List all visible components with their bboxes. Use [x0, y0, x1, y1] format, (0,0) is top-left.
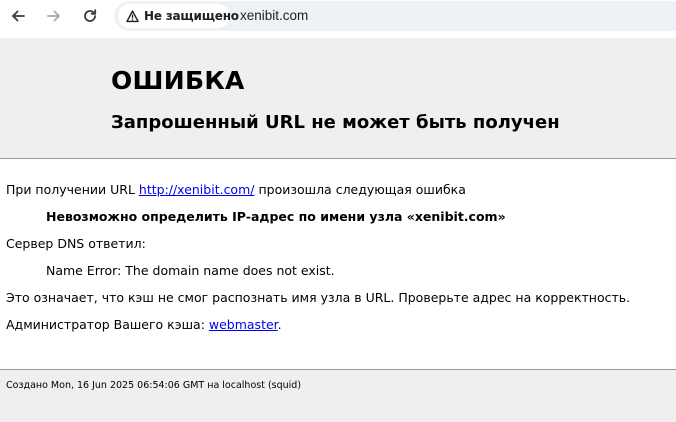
admin-line: Администратор Вашего кэша: webmaster. — [6, 317, 282, 332]
admin-line-prefix: Администратор Вашего кэша: — [6, 317, 209, 332]
explanation-text: Это означает, что кэш не смог распознать… — [6, 290, 631, 305]
browser-toolbar: Не защищено xenibit.com — [0, 0, 676, 32]
page-title: ОШИБКА — [111, 66, 245, 95]
dns-response: Name Error: The domain name does not exi… — [46, 263, 335, 278]
reload-icon — [84, 9, 97, 22]
reload-button[interactable] — [78, 4, 102, 28]
webmaster-link[interactable]: webmaster — [209, 317, 278, 332]
admin-line-suffix: . — [277, 317, 282, 332]
error-message: Невозможно определить IP-адрес по имени … — [46, 209, 506, 224]
requested-url-link[interactable]: http://xenibit.com/ — [139, 182, 255, 197]
page-header: ОШИБКА Запрошенный URL не может быть пол… — [0, 38, 676, 159]
arrow-right-icon — [47, 10, 60, 22]
error-page: ОШИБКА Запрошенный URL не может быть пол… — [0, 38, 676, 422]
security-label: Не защищено — [144, 9, 239, 23]
warning-icon — [126, 9, 139, 22]
footer-generated-text: Создано Mon, 16 Jun 2025 06:54:06 GMT на… — [6, 380, 302, 391]
request-line: При получении URL http://xenibit.com/ пр… — [6, 182, 466, 197]
request-line-suffix: произошла следующая ошибка — [254, 182, 466, 197]
arrow-left-icon — [12, 10, 25, 22]
request-line-prefix: При получении URL — [6, 182, 139, 197]
page-subtitle: Запрошенный URL не может быть получен — [111, 112, 560, 133]
forward-button[interactable] — [42, 4, 66, 28]
address-bar[interactable]: Не защищено xenibit.com — [114, 1, 676, 31]
back-button[interactable] — [6, 4, 30, 28]
dns-label: Сервер DNS ответил: — [6, 236, 146, 251]
url-text[interactable]: xenibit.com — [240, 8, 308, 23]
security-chip[interactable]: Не защищено — [118, 4, 239, 28]
page-footer: Создано Mon, 16 Jun 2025 06:54:06 GMT на… — [0, 369, 676, 422]
